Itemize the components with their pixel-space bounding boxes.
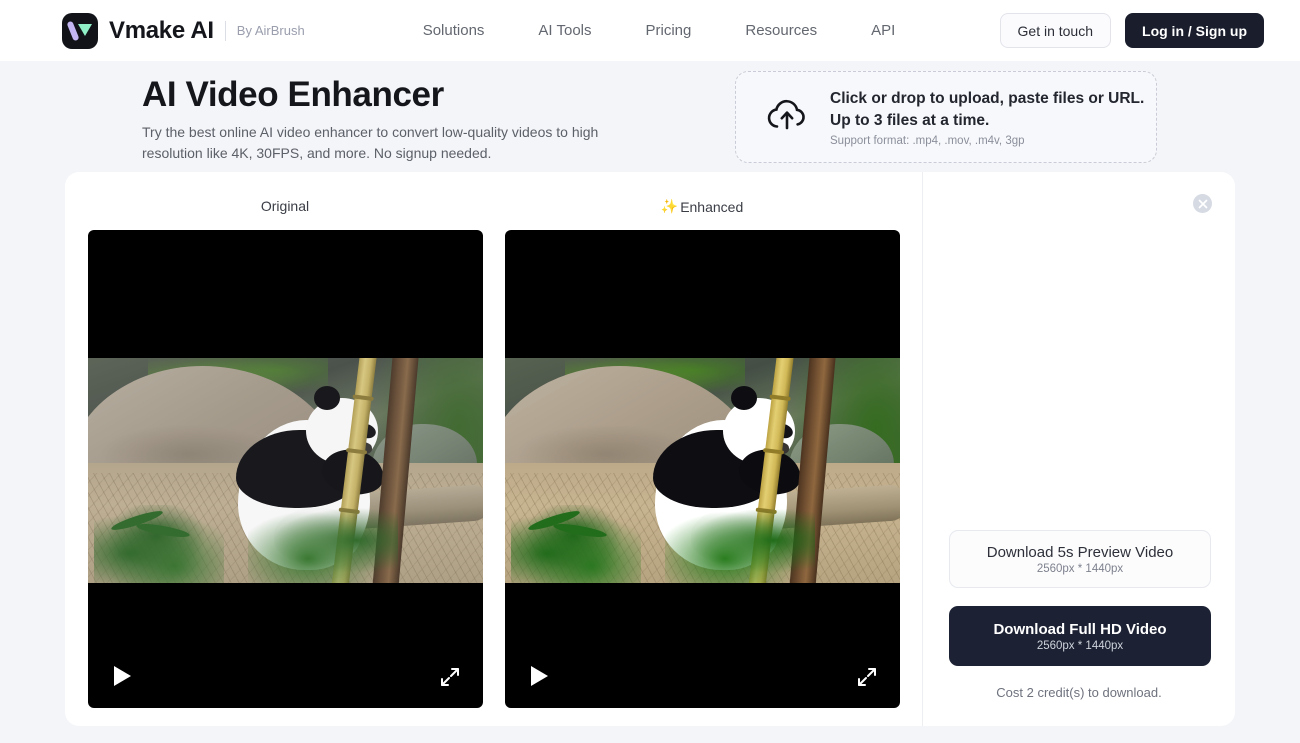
close-icon[interactable]	[1193, 194, 1212, 213]
panda-ear	[731, 386, 757, 410]
header-actions: Get in touch Log in / Sign up	[999, 13, 1264, 48]
login-signup-button[interactable]: Log in / Sign up	[1125, 13, 1264, 48]
download-full-resolution: 2560px * 1440px	[1036, 639, 1124, 652]
upload-line-2: Up to 3 files at a time.	[830, 111, 990, 129]
upload-text: Click or drop to upload, paste files or …	[830, 88, 1144, 147]
page-subtitle: Try the best online AI video enhancer to…	[142, 124, 599, 161]
workspace-card: Original ✨ Enhanced Download 5s Preview …	[65, 172, 1235, 726]
credit-cost-note: Cost 2 credit(s) to download.	[996, 685, 1162, 700]
brand-byline: By AirBrush	[236, 23, 305, 38]
nav-item-ai-tools[interactable]: AI Tools	[538, 22, 591, 39]
play-icon[interactable]	[114, 666, 131, 686]
logo-triangle-shape	[78, 23, 92, 36]
bamboo-node	[769, 394, 791, 401]
original-label-text: Original	[260, 198, 310, 214]
bamboo-node	[345, 448, 368, 455]
main-nav: Solutions AI Tools Pricing Resources API	[423, 22, 896, 39]
enhanced-video-frame	[505, 358, 900, 583]
play-icon[interactable]	[531, 666, 548, 686]
scene-bush-center	[248, 501, 398, 583]
download-full-label: Download Full HD Video	[993, 620, 1167, 638]
result-panel: Download 5s Preview Video 2560px * 1440p…	[923, 172, 1235, 726]
panda-ear	[314, 386, 340, 410]
fullscreen-expand-icon[interactable]	[856, 666, 878, 688]
download-preview-resolution: 2560px * 1440px	[1036, 562, 1124, 575]
enhanced-video-player[interactable]	[505, 230, 900, 708]
nav-item-api[interactable]: API	[871, 22, 895, 39]
enhanced-label-text: Enhanced	[680, 198, 744, 215]
fullscreen-expand-icon[interactable]	[439, 666, 461, 688]
comparison-area: Original ✨ Enhanced	[65, 172, 922, 726]
nav-item-pricing[interactable]: Pricing	[646, 22, 692, 39]
upload-support-formats: Support format: .mp4, .mov, .m4v, 3gp	[830, 134, 1025, 147]
bamboo-node	[762, 448, 785, 455]
scene-bush-left	[511, 505, 641, 583]
site-header: Vmake AI By AirBrush Solutions AI Tools …	[0, 0, 1300, 61]
upload-line-1: Click or drop to upload, paste files or …	[830, 89, 1145, 107]
nav-item-resources[interactable]: Resources	[745, 22, 817, 39]
sparkles-icon: ✨	[660, 198, 679, 214]
brand-name: Vmake AI	[109, 16, 214, 44]
get-in-touch-button[interactable]: Get in touch	[999, 13, 1112, 48]
original-label: Original	[88, 198, 482, 214]
upload-dropzone[interactable]: Click or drop to upload, paste files or …	[735, 71, 1157, 163]
page-title: AI Video Enhancer	[142, 75, 444, 114]
download-full-hd-button[interactable]: Download Full HD Video 2560px * 1440px	[949, 606, 1211, 666]
download-preview-button[interactable]: Download 5s Preview Video 2560px * 1440p…	[949, 530, 1211, 588]
bamboo-node	[352, 394, 374, 401]
original-video-frame	[88, 358, 483, 583]
nav-item-solutions[interactable]: Solutions	[423, 22, 485, 39]
brand[interactable]: Vmake AI By AirBrush	[62, 12, 305, 49]
vmake-logo-icon	[62, 12, 98, 49]
scene-bush-center	[665, 501, 815, 583]
download-preview-label: Download 5s Preview Video	[986, 543, 1174, 561]
original-video-player[interactable]	[88, 230, 483, 708]
enhanced-label: ✨ Enhanced	[505, 198, 899, 215]
brand-divider	[224, 20, 226, 41]
scene-bush-left	[94, 505, 224, 583]
cloud-upload-icon	[766, 97, 808, 138]
